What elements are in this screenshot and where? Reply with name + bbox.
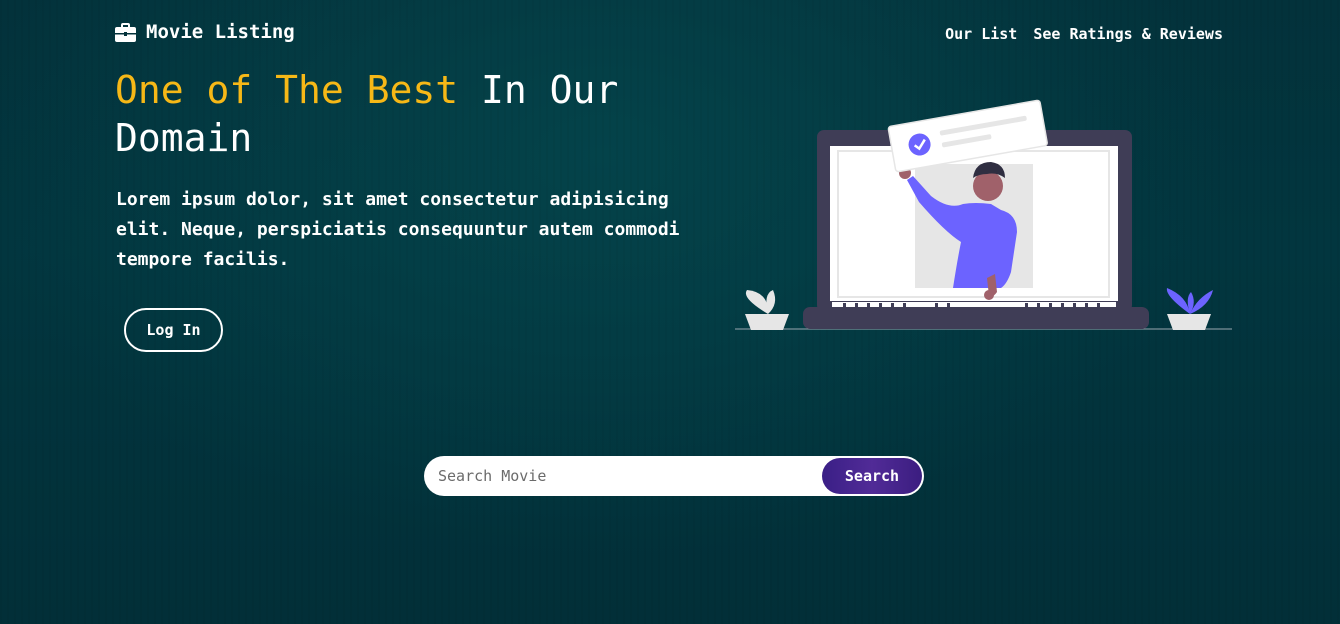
hero-illustration	[735, 92, 1235, 334]
hero-title-accent: One of The Best	[115, 68, 459, 112]
hero-title: One of The Best In Our Domain	[115, 66, 675, 162]
hero-description: Lorem ipsum dolor, sit amet consectetur …	[116, 189, 680, 270]
brand[interactable]: Movie Listing	[115, 21, 295, 43]
brand-name: Movie Listing	[146, 21, 295, 43]
nav-item-ratings-reviews[interactable]: See Ratings & Reviews	[1033, 25, 1223, 43]
search-button[interactable]: Search	[822, 458, 922, 494]
main-nav: Our List See Ratings & Reviews	[945, 25, 1223, 43]
login-button[interactable]: Log In	[124, 308, 223, 352]
briefcase-icon	[115, 22, 136, 42]
nav-item-our-list[interactable]: Our List	[945, 25, 1017, 43]
search-bar: Search	[424, 456, 924, 496]
search-input[interactable]	[424, 457, 822, 495]
